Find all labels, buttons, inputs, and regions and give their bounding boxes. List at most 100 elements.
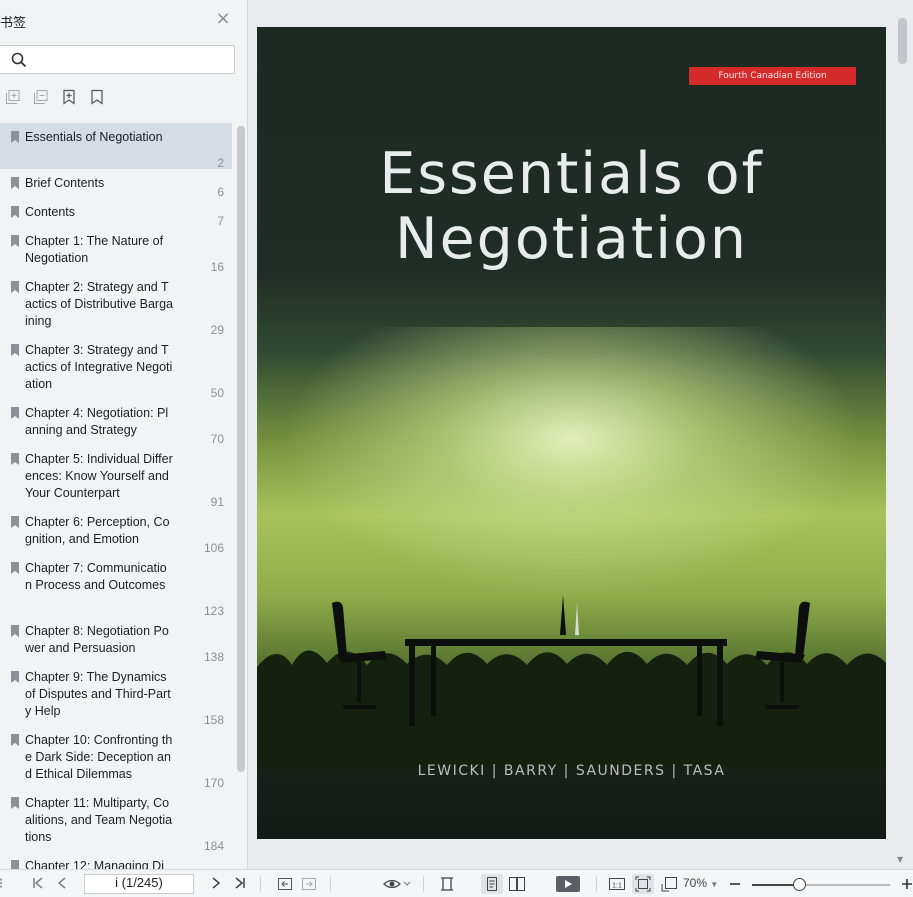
bookmark-page-number: 7 xyxy=(217,214,224,228)
edition-badge: Fourth Canadian Edition xyxy=(689,67,856,85)
fit-width-icon[interactable] xyxy=(439,876,455,892)
bookmark-item[interactable]: Chapter 2: Strategy and Tactics of Distr… xyxy=(0,273,232,337)
bookmark-flag-icon xyxy=(11,453,19,465)
document-scrollbar-thumb[interactable] xyxy=(898,18,907,64)
document-scrollbar[interactable] xyxy=(894,0,913,869)
bookmark-flag-icon xyxy=(11,131,19,143)
bookmark-item[interactable]: Chapter 6: Perception, Cognition, and Em… xyxy=(0,508,232,555)
bookmark-page-number: 138 xyxy=(203,650,224,664)
bookmark-item[interactable]: Chapter 4: Negotiation: Planning and Str… xyxy=(0,399,232,446)
bookmark-item[interactable]: Chapter 12: Managing Di xyxy=(0,852,232,869)
bookmark-label: Chapter 4: Negotiation: Planning and Str… xyxy=(25,406,169,437)
scroll-down-arrow-icon[interactable]: ▼ xyxy=(897,855,903,864)
eye-protection-icon[interactable] xyxy=(383,876,411,892)
bookmark-page-number: 170 xyxy=(203,776,224,790)
svg-text:1:1: 1:1 xyxy=(612,883,622,890)
bookmark-page-number: 158 xyxy=(203,713,224,727)
bookmark-panel: 书签 × Essentials of Negotiation 2 Brief C… xyxy=(0,0,248,869)
bookmark-flag-icon xyxy=(11,671,19,683)
bookmark-item[interactable]: Chapter 7: Communication Process and Out… xyxy=(0,554,232,618)
bookmark-page-number: 184 xyxy=(203,839,224,853)
bookmark-icon[interactable] xyxy=(89,89,107,107)
bookmark-flag-icon xyxy=(11,562,19,574)
document-view[interactable]: Fourth Canadian Edition Essentials of Ne… xyxy=(249,0,913,869)
bookmark-label: Chapter 1: The Nature of Negotiation xyxy=(25,234,164,265)
previous-page-icon[interactable] xyxy=(54,876,70,892)
bookmark-item[interactable]: Essentials of Negotiation 2 xyxy=(0,123,232,170)
two-page-view-icon[interactable] xyxy=(508,876,526,892)
play-slideshow-icon[interactable] xyxy=(556,876,580,892)
cover-table-chairs-illustration xyxy=(257,595,886,767)
cover-title-line1: Essentials of xyxy=(379,141,764,207)
bookmark-item[interactable]: Chapter 5: Individual Differences: Know … xyxy=(0,445,232,509)
bookmark-label: Chapter 12: Managing Di xyxy=(25,859,164,869)
back-view-icon[interactable] xyxy=(276,876,293,892)
zoom-in-icon[interactable] xyxy=(901,876,913,892)
sidebar-toggle-icon[interactable]: ⁝ xyxy=(0,876,8,892)
bookmark-search-box[interactable] xyxy=(0,45,235,74)
bookmark-page-number: 2 xyxy=(217,156,224,170)
close-icon[interactable]: × xyxy=(215,10,231,28)
bookmark-page-number: 29 xyxy=(210,323,224,337)
bookmark-flag-icon xyxy=(11,516,19,528)
bookmark-flag-icon xyxy=(11,177,19,189)
zoom-dropdown-icon[interactable]: ▼ xyxy=(710,880,718,889)
single-page-view-icon[interactable] xyxy=(481,874,503,894)
search-icon xyxy=(11,52,27,68)
pdf-reader-window: 书签 × Essentials of Negotiation 2 Brief C… xyxy=(0,0,913,897)
bookmark-label: Chapter 9: The Dynamics of Disputes and … xyxy=(25,670,171,718)
bookmark-item[interactable]: Chapter 10: Confronting the Dark Side: D… xyxy=(0,726,232,790)
bookmark-label: Chapter 7: Communication Process and Out… xyxy=(25,561,167,592)
zoom-level[interactable]: 70% ▼ xyxy=(683,876,718,890)
bookmark-flag-icon xyxy=(11,860,19,869)
actual-size-icon[interactable]: 1:1 xyxy=(608,876,626,892)
bookmark-flag-icon xyxy=(11,206,19,218)
page-number-input[interactable]: i (1/245) xyxy=(84,874,194,894)
bookmark-label: Chapter 8: Negotiation Power and Persuas… xyxy=(25,624,169,655)
bookmark-label: Brief Contents xyxy=(25,176,105,190)
cover-title: Essentials of Negotiation xyxy=(257,142,886,272)
status-bar: ⁝ i (1/245) xyxy=(0,869,913,897)
fit-page-icon[interactable] xyxy=(632,874,654,894)
bookmark-flag-icon xyxy=(11,235,19,247)
bookmark-page-number: 70 xyxy=(210,432,224,446)
bookmark-item[interactable]: Chapter 8: Negotiation Power and Persuas… xyxy=(0,617,232,664)
separator xyxy=(596,876,597,892)
next-page-icon[interactable] xyxy=(208,876,224,892)
bookmark-flag-icon xyxy=(11,407,19,419)
bookmark-item[interactable]: Chapter 3: Strategy and Tactics of Integ… xyxy=(0,336,232,400)
expand-all-icon[interactable] xyxy=(5,89,23,107)
bookmark-list: Essentials of Negotiation 2 Brief Contents… xyxy=(0,123,236,869)
bookmark-item[interactable]: Brief Contents 6 xyxy=(0,169,232,199)
collapse-all-icon[interactable] xyxy=(33,89,51,107)
rotate-view-icon[interactable] xyxy=(661,876,679,892)
bookmark-page-number: 123 xyxy=(203,604,224,618)
bookmark-item[interactable]: Contents 7 xyxy=(0,198,232,228)
bookmark-search-input[interactable] xyxy=(35,50,225,70)
cover-authors: LEWICKI | BARRY | SAUNDERS | TASA xyxy=(417,763,726,779)
separator xyxy=(330,876,331,892)
bookmark-label: Chapter 3: Strategy and Tactics of Integ… xyxy=(25,343,173,391)
bookmark-flag-icon xyxy=(11,734,19,746)
page-cover: Fourth Canadian Edition Essentials of Ne… xyxy=(257,27,886,839)
last-page-icon[interactable] xyxy=(232,876,248,892)
bookmark-label: Chapter 5: Individual Differences: Know … xyxy=(25,452,173,500)
bookmark-flag-icon xyxy=(11,797,19,809)
bookmark-item[interactable]: Chapter 1: The Nature of Negotiation 16 xyxy=(0,227,232,274)
bookmark-flag-icon xyxy=(11,281,19,293)
bookmark-label: Essentials of Negotiation xyxy=(25,130,163,144)
bookmark-page-number: 16 xyxy=(210,260,224,274)
bookmark-label: Chapter 6: Perception, Cognition, and Em… xyxy=(25,515,170,546)
zoom-slider-thumb[interactable] xyxy=(793,878,806,891)
add-bookmark-icon[interactable] xyxy=(61,89,79,107)
bookmark-item[interactable]: Chapter 11: Multiparty, Coalitions, and … xyxy=(0,789,232,853)
separator xyxy=(423,876,424,892)
bookmark-scrollbar[interactable] xyxy=(237,126,245,772)
separator xyxy=(260,876,261,892)
bookmark-label: Contents xyxy=(25,205,76,219)
bookmark-flag-icon xyxy=(11,344,19,356)
forward-view-icon[interactable] xyxy=(300,876,317,892)
first-page-icon[interactable] xyxy=(30,876,46,892)
zoom-out-icon[interactable] xyxy=(729,876,741,892)
bookmark-item[interactable]: Chapter 9: The Dynamics of Disputes and … xyxy=(0,663,232,727)
